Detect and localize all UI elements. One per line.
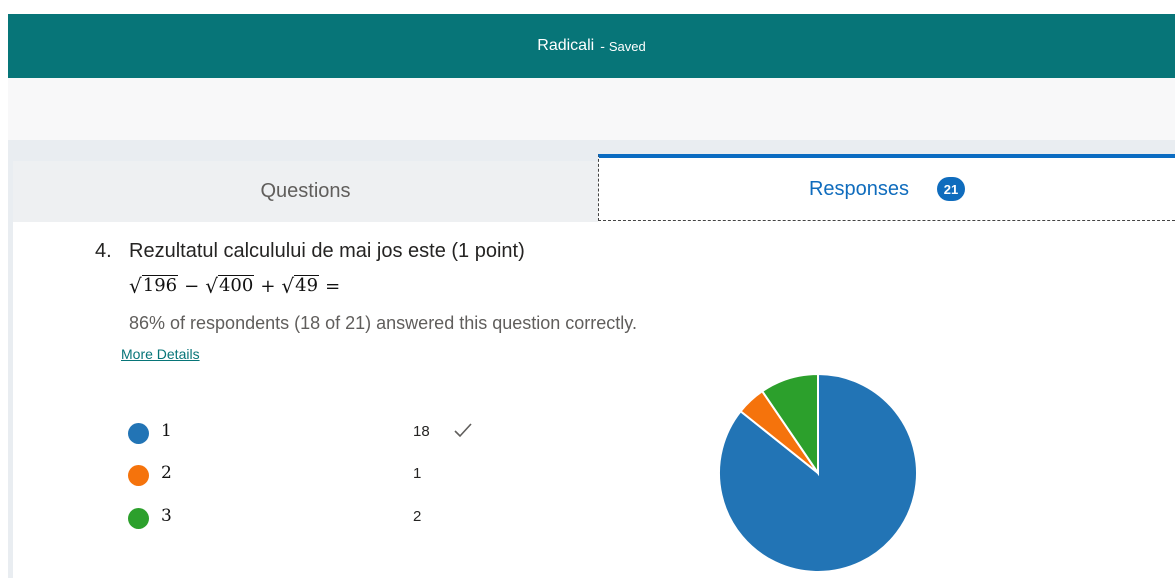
legend-count: 1 (413, 465, 422, 482)
responses-pie-chart (718, 373, 918, 573)
legend-row: 1 18 (128, 421, 488, 445)
sqrt-term-3: √ 49 (281, 274, 320, 298)
responses-count-badge: 21 (937, 177, 966, 201)
operator-minus: − (184, 275, 200, 297)
legend-label: 2 (161, 463, 172, 483)
tab-responses[interactable]: Responses 21 (598, 154, 1175, 221)
sqrt-term-2: √ 400 (205, 274, 255, 298)
content-left-border (8, 161, 13, 578)
tab-responses-label: Responses (808, 177, 910, 200)
tab-questions[interactable]: Questions (13, 161, 598, 222)
legend-row: 3 2 (128, 506, 488, 530)
radicand-2: 400 (217, 275, 255, 296)
legend-row: 2 1 (128, 463, 488, 487)
question-title: Rezultatul calculului de mai jos este (1… (129, 240, 525, 262)
correct-summary: 86% of respondents (18 of 21) answered t… (129, 313, 637, 333)
form-title: Radicali (537, 37, 595, 54)
tab-questions-label: Questions (260, 180, 351, 202)
operator-equals: = (325, 275, 341, 297)
question-formula: √ 196 − √ 400 + √ 49 = (129, 272, 346, 300)
legend-count: 18 (413, 423, 430, 440)
legend-swatch (128, 465, 149, 486)
title-separator: - (600, 38, 605, 54)
legend-label: 1 (161, 421, 172, 441)
legend-count: 2 (413, 508, 422, 525)
save-status: Saved (608, 38, 646, 54)
radicand-1: 196 (141, 275, 179, 296)
checkmark-icon (454, 423, 472, 438)
question-number: 4. (95, 240, 112, 262)
sqrt-term-1: √ 196 (129, 274, 179, 298)
operator-plus: + (260, 275, 276, 297)
more-details-link[interactable]: More Details (121, 346, 200, 362)
radicand-3: 49 (294, 275, 320, 296)
legend-label: 3 (161, 506, 172, 526)
command-bar (8, 78, 1175, 140)
legend-swatch (128, 423, 149, 444)
app-header: Radicali - Saved (8, 14, 1175, 78)
legend-swatch (128, 508, 149, 529)
